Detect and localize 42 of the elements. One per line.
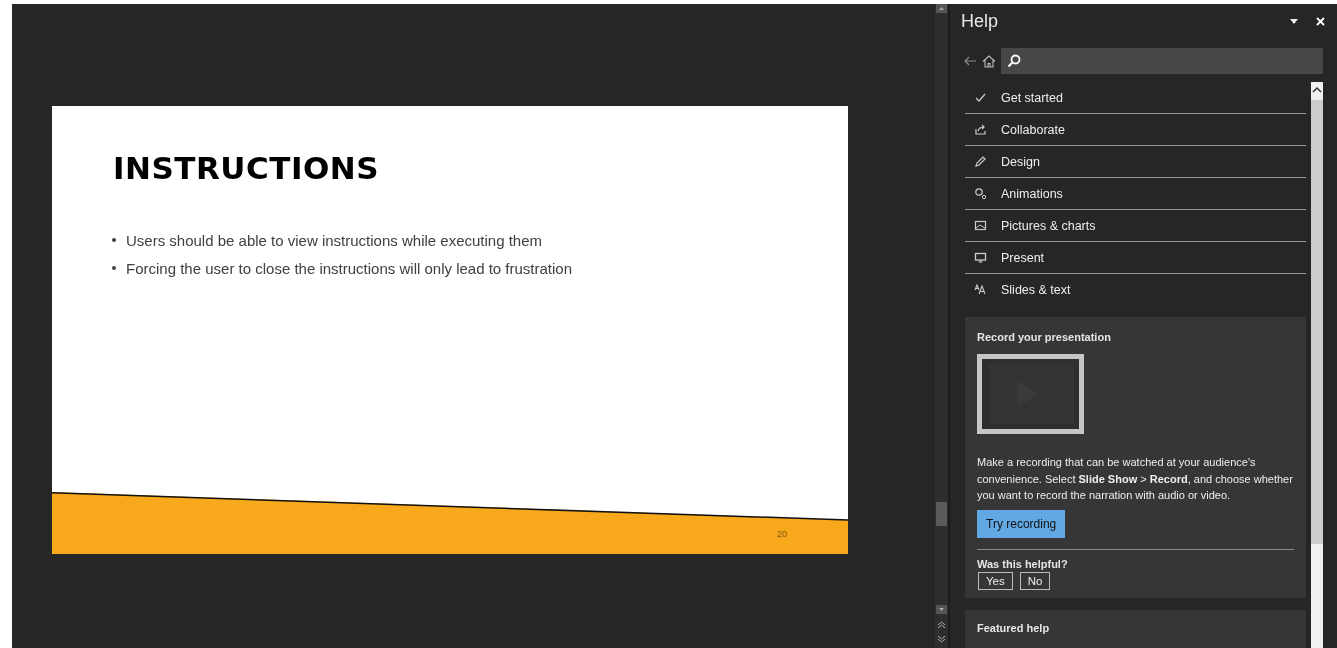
close-icon[interactable] (1316, 16, 1325, 26)
bullet-icon (112, 238, 116, 242)
card-title: Featured help (977, 621, 1050, 634)
video-thumbnail-icon[interactable] (977, 354, 1084, 434)
search-icon (1007, 54, 1021, 68)
topic-icon (974, 283, 987, 296)
topic-item[interactable]: Collaborate (965, 114, 1306, 146)
topic-item[interactable]: Slides & text (965, 274, 1306, 305)
next-slide-icon[interactable] (936, 634, 947, 644)
topic-item[interactable]: Design (965, 146, 1306, 178)
bullet-icon (112, 266, 116, 270)
dropdown-icon[interactable] (1290, 18, 1298, 24)
pane-title: Help (961, 10, 1000, 32)
try-recording-button[interactable]: Try recording (977, 509, 1066, 538)
topic-icon (974, 219, 987, 232)
topic-icon (974, 155, 987, 168)
search-field[interactable] (1001, 48, 1323, 74)
card-description: Make a recording that can be watched at your audience's convenience. Select Slide Show > Record, and choose whether you want to record the narration with audio or video. (977, 455, 1294, 503)
topic-icon (974, 123, 987, 136)
topic-icon (974, 251, 987, 264)
home-icon[interactable] (982, 54, 996, 68)
feedback-button[interactable]: Yes (978, 571, 1013, 590)
topic-icon (974, 187, 987, 200)
topic-item[interactable]: Present (965, 242, 1306, 274)
topic-icon (974, 91, 987, 104)
topic-item[interactable]: Pictures & charts (965, 210, 1306, 242)
scroll-down-icon[interactable] (936, 605, 947, 614)
bullet-text: Forcing the user to close the instructions will only lead to frustration (126, 259, 573, 277)
scroll-up-icon[interactable] (1312, 86, 1322, 94)
feedback-button[interactable]: No (1019, 571, 1051, 590)
slide-title: INSTRUCTIONS (113, 150, 380, 186)
topic-item[interactable]: Get started (965, 82, 1306, 114)
feedback-question: Was this helpful? (977, 557, 1069, 570)
topic-item[interactable]: Animations (965, 178, 1306, 210)
bullet-text: Users should be able to view instructions while executing them (126, 231, 543, 249)
scroll-thumb[interactable] (1311, 100, 1323, 544)
card-title: Record your presentation (977, 331, 1112, 343)
scroll-thumb[interactable] (936, 502, 947, 526)
scrollbar[interactable] (1311, 82, 1323, 648)
page-number: 20 (777, 529, 787, 539)
previous-slide-icon[interactable] (936, 620, 947, 630)
back-icon[interactable] (963, 55, 977, 67)
